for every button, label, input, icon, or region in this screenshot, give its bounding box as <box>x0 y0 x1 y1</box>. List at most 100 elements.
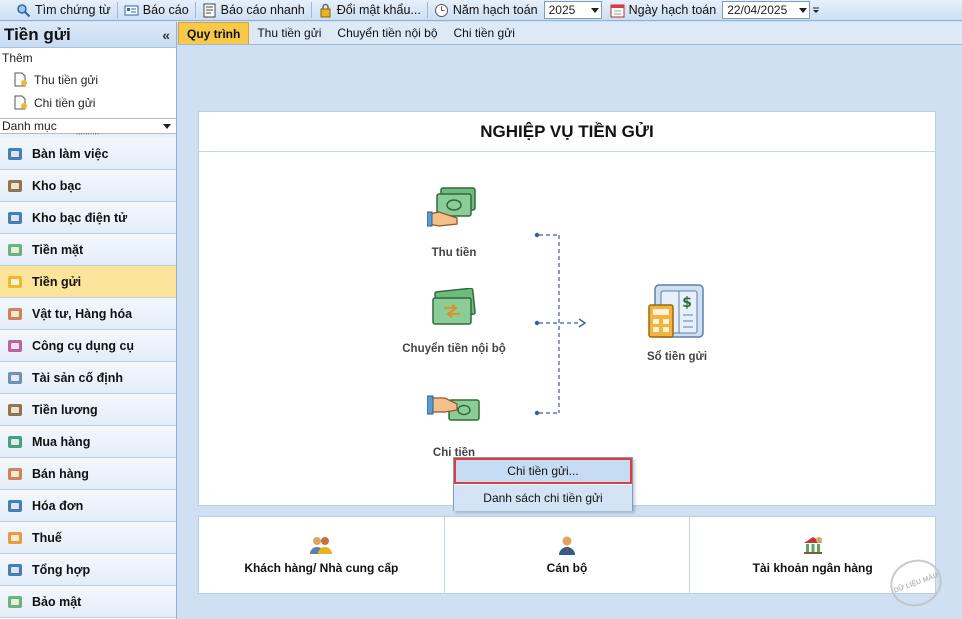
nav-item-label: Mua hàng <box>32 434 91 449</box>
fiscal-year-label: Năm hạch toán <box>452 3 538 17</box>
process-title: NGHIỆP VỤ TIỀN GỬI <box>199 112 935 152</box>
chevron-down-icon <box>799 7 808 13</box>
quick-report-label: Báo cáo nhanh <box>220 3 305 17</box>
deposit-ledger-label: Sổ tiền gửi <box>646 351 708 363</box>
treasury-icon <box>6 177 24 195</box>
pay-money-icon <box>426 395 480 421</box>
internal-transfer-button[interactable] <box>430 287 478 331</box>
nav-item-desk[interactable]: Bàn làm việc <box>0 138 176 170</box>
category-select[interactable]: Danh mục <box>0 118 176 134</box>
clock-icon <box>434 3 449 18</box>
nav-item-label: Tiền lương <box>32 402 98 417</box>
main-toolbar: Tìm chứng từ Báo cáo Báo cáo nhanh Đổi m… <box>0 0 962 21</box>
nav-item-label: Vật tư, Hàng hóa <box>32 306 133 321</box>
internal-transfer-label: Chuyển tiền nội bộ <box>402 343 506 355</box>
document-icon <box>14 72 28 87</box>
change-password-button[interactable]: Đổi mật khẩu... <box>314 0 425 21</box>
nav-item-cash[interactable]: Tiền mặt <box>0 234 176 266</box>
nav-item-fixed-asset[interactable]: Tài sản cố định <box>0 362 176 394</box>
svg-text:$: $ <box>682 295 692 311</box>
report-label: Báo cáo <box>142 3 189 17</box>
tab-deposit-receipt[interactable]: Thu tiền gửi <box>249 22 329 44</box>
salary-icon <box>6 401 24 419</box>
add-deposit-receipt-link[interactable]: Thu tiền gửi <box>0 68 176 91</box>
chevron-down-icon <box>590 7 599 13</box>
pay-money-button[interactable] <box>426 392 483 431</box>
invoice-icon <box>6 497 24 515</box>
posting-date-value: 22/04/2025 <box>727 3 788 17</box>
tab-internal-transfer[interactable]: Chuyển tiền nội bộ <box>329 22 445 44</box>
nav-item-sales[interactable]: Bán hàng <box>0 458 176 490</box>
menu-item-deposit-payment-list[interactable]: Danh sách chi tiền gửi <box>454 485 632 511</box>
staff-label: Cán bộ <box>546 561 588 575</box>
add-section-label: Thêm <box>2 51 33 65</box>
ledger-calculator-icon: $ <box>648 284 704 338</box>
module-nav: Bàn làm việc Kho bạc Kho bạc điện tử Tiền m… <box>0 138 176 618</box>
nav-item-summary[interactable]: Tổng hợp <box>0 554 176 586</box>
search-voucher-button[interactable]: Tìm chứng từ <box>12 0 115 21</box>
receive-money-button[interactable] <box>426 184 479 235</box>
add-deposit-payment-label: Chi tiền gửi <box>34 95 96 110</box>
toolbar-separator <box>426 2 428 18</box>
cart-icon <box>6 433 24 451</box>
deposit-ledger-button[interactable]: $ <box>645 281 707 346</box>
nav-item-label: Tổng hợp <box>32 562 91 577</box>
desk-icon <box>6 145 24 163</box>
menu-item-new-deposit-payment[interactable]: Chi tiền gửi... <box>454 458 632 484</box>
nav-item-tools[interactable]: Công cụ dụng cụ <box>0 330 176 362</box>
add-deposit-payment-link[interactable]: Chi tiền gửi <box>0 91 176 114</box>
posting-date-picker[interactable]: 22/04/2025 <box>722 1 811 19</box>
nav-item-label: Công cụ dụng cụ <box>32 338 135 353</box>
nav-item-shield[interactable]: Bảo mật <box>0 586 176 618</box>
toolbar-overflow-button[interactable] <box>810 0 822 21</box>
nav-item-label: Hóa đơn <box>32 498 84 513</box>
nav-item-e-treasury[interactable]: Kho bạc điện tử <box>0 202 176 234</box>
overflow-icon <box>813 7 820 13</box>
nav-item-goods[interactable]: Vật tư, Hàng hóa <box>0 298 176 330</box>
customer-supplier-label: Khách hàng/ Nhà cung cấp <box>244 561 399 575</box>
staff-button[interactable]: Cán bộ <box>445 517 691 593</box>
nav-item-label: Kho bạc <box>32 178 82 193</box>
sales-icon <box>6 465 24 483</box>
toolbar-separator <box>116 2 118 18</box>
module-tabs: Quy trình Thu tiền gửi Chuyển tiền nội b… <box>178 22 962 45</box>
nav-item-label: Tiền mặt <box>32 242 84 257</box>
report-button[interactable]: Báo cáo <box>120 0 193 21</box>
document-icon <box>14 95 28 110</box>
deposit-icon <box>6 273 24 291</box>
nav-item-salary[interactable]: Tiền lương <box>0 394 176 426</box>
flow-connector <box>534 232 587 416</box>
search-icon <box>16 3 31 18</box>
bank-account-label: Tài khoản ngân hàng <box>752 561 873 575</box>
collapse-panel-button[interactable]: « <box>162 27 170 43</box>
shield-icon <box>6 593 24 611</box>
nav-item-label: Bảo mật <box>32 594 82 609</box>
left-panel-header: Tiền gửi « <box>0 22 176 48</box>
receive-money-label: Thu tiền <box>431 247 477 259</box>
nav-item-tax[interactable]: Thuế <box>0 522 176 554</box>
pay-money-context-menu: Chi tiền gửi... Danh sách chi tiền gửi <box>453 457 633 511</box>
goods-icon <box>6 305 24 323</box>
quick-report-button[interactable]: Báo cáo nhanh <box>198 0 309 21</box>
change-password-label: Đổi mật khẩu... <box>336 3 421 17</box>
tab-deposit-payment[interactable]: Chi tiền gửi <box>446 22 523 44</box>
nav-item-label: Thuế <box>32 530 62 545</box>
nav-item-deposit[interactable]: Tiền gửi <box>0 266 176 298</box>
tax-icon <box>6 529 24 547</box>
nav-item-label: Tiền gửi <box>32 274 82 289</box>
nav-item-invoice[interactable]: Hóa đơn <box>0 490 176 522</box>
nav-item-cart[interactable]: Mua hàng <box>0 426 176 458</box>
fiscal-year-select[interactable]: 2025 <box>543 1 602 19</box>
tab-process[interactable]: Quy trình <box>178 22 250 44</box>
fiscal-year-value: 2025 <box>548 3 576 17</box>
left-panel: Tiền gửi « Thêm Thu tiền gửi Chi tiền gử… <box>0 22 177 619</box>
transfer-money-icon <box>432 287 476 325</box>
nav-item-label: Bán hàng <box>32 466 89 481</box>
nav-item-treasury[interactable]: Kho bạc <box>0 170 176 202</box>
search-voucher-label: Tìm chứng từ <box>35 3 111 17</box>
calendar-icon <box>610 3 625 18</box>
left-panel-title: Tiền gửi <box>4 24 71 44</box>
customer-supplier-button[interactable]: Khách hàng/ Nhà cung cấp <box>199 517 445 593</box>
reference-bar: Khách hàng/ Nhà cung cấp Cán bộ Tài khoả… <box>198 516 936 594</box>
nav-item-label: Bàn làm việc <box>32 146 109 161</box>
